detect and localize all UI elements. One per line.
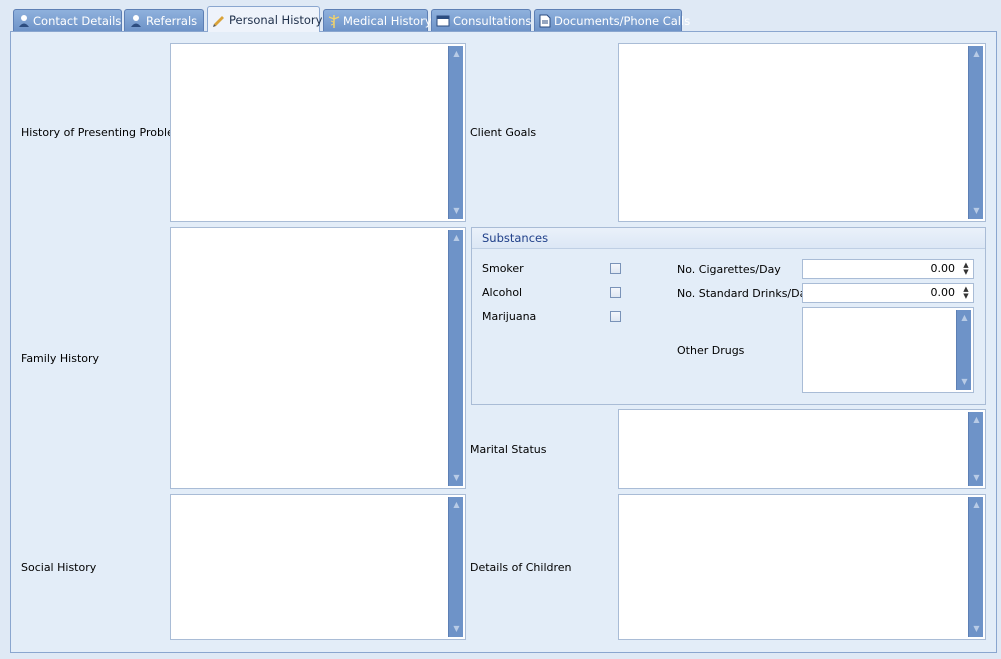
other-drugs-label: Other Drugs (677, 344, 745, 357)
marital-status-label: Marital Status (470, 443, 547, 456)
scroll-down-icon[interactable]: ▼ (449, 472, 464, 484)
tab-referrals[interactable]: Referrals (124, 9, 204, 31)
person-icon (129, 14, 143, 28)
tab-consultations[interactable]: Consultations (431, 9, 531, 31)
cigarettes-value: 0.00 (930, 262, 956, 275)
tab-personal-history[interactable]: Personal History (207, 6, 323, 32)
scrollbar[interactable]: ▲ ▼ (448, 497, 463, 637)
scroll-up-icon[interactable]: ▲ (969, 414, 984, 426)
family-history-label: Family History (21, 352, 100, 365)
tab-medical-history[interactable]: Medical History (323, 9, 432, 31)
drinks-spin-input[interactable]: 0.00 ▲ ▼ (802, 283, 974, 303)
scroll-up-icon[interactable]: ▲ (449, 232, 464, 244)
tab-label: Documents/Phone Calls (554, 13, 691, 28)
person-icon (18, 14, 30, 28)
tab-label: Medical History (343, 13, 432, 28)
client-goals-input[interactable]: ▲ ▼ (618, 43, 986, 222)
scrollbar[interactable]: ▲ ▼ (968, 412, 983, 486)
family-history-input[interactable]: ▲ ▼ (170, 227, 466, 489)
scroll-down-icon[interactable]: ▼ (957, 376, 972, 388)
personal-history-panel: History of Presenting Problem ▲ ▼ Family… (10, 31, 997, 653)
spin-arrows-icon[interactable]: ▲ ▼ (961, 286, 971, 300)
tab-documents-phone-calls[interactable]: Documents/Phone Calls (534, 9, 690, 31)
scroll-down-icon[interactable]: ▼ (449, 205, 464, 217)
scrollbar[interactable]: ▲ ▼ (968, 497, 983, 637)
substances-group: Substances Smoker Alcohol Marijuana No. … (471, 227, 986, 405)
marijuana-checkbox[interactable] (610, 311, 621, 322)
scrollbar[interactable]: ▲ ▼ (448, 46, 463, 219)
details-children-label: Details of Children (470, 561, 572, 574)
spin-arrows-icon[interactable]: ▲ ▼ (961, 262, 971, 276)
caduceus-icon (328, 14, 340, 28)
details-children-input[interactable]: ▲ ▼ (618, 494, 986, 640)
smoker-label: Smoker (482, 262, 524, 275)
social-history-input[interactable]: ▲ ▼ (170, 494, 466, 640)
marital-status-input[interactable]: ▲ ▼ (618, 409, 986, 489)
social-history-label: Social History (21, 561, 97, 574)
cigarettes-spin-input[interactable]: 0.00 ▲ ▼ (802, 259, 974, 279)
scroll-up-icon[interactable]: ▲ (969, 48, 984, 60)
scroll-up-icon[interactable]: ▲ (449, 499, 464, 511)
scrollbar[interactable]: ▲ ▼ (968, 46, 983, 219)
scroll-down-icon[interactable]: ▼ (969, 205, 984, 217)
tab-label: Personal History (229, 12, 323, 27)
pencil-icon (212, 13, 226, 27)
drinks-label: No. Standard Drinks/Day (677, 287, 813, 300)
smoker-checkbox[interactable] (610, 263, 621, 274)
scrollbar[interactable]: ▲ ▼ (448, 230, 463, 486)
tab-contact-details[interactable]: Contact Details (13, 9, 122, 31)
tab-label: Referrals (146, 13, 198, 28)
alcohol-label: Alcohol (482, 286, 523, 299)
scroll-down-icon[interactable]: ▼ (449, 623, 464, 635)
history-presenting-label: History of Presenting Problem (21, 126, 185, 139)
scroll-down-icon[interactable]: ▼ (969, 472, 984, 484)
substances-title: Substances (472, 228, 985, 249)
cigarettes-label: No. Cigarettes/Day (677, 263, 781, 276)
calendar-icon (436, 14, 450, 28)
scroll-up-icon[interactable]: ▲ (449, 48, 464, 60)
tab-label: Consultations (453, 13, 532, 28)
marijuana-label: Marijuana (482, 310, 537, 323)
tab-label: Contact Details (33, 13, 122, 28)
scrollbar[interactable]: ▲ ▼ (956, 310, 971, 390)
client-goals-label: Client Goals (470, 126, 537, 139)
document-icon (539, 14, 551, 28)
scroll-up-icon[interactable]: ▲ (957, 312, 972, 324)
drinks-value: 0.00 (930, 286, 956, 299)
scroll-down-icon[interactable]: ▼ (969, 623, 984, 635)
history-presenting-input[interactable]: ▲ ▼ (170, 43, 466, 222)
alcohol-checkbox[interactable] (610, 287, 621, 298)
other-drugs-input[interactable]: ▲ ▼ (802, 307, 974, 393)
scroll-up-icon[interactable]: ▲ (969, 499, 984, 511)
